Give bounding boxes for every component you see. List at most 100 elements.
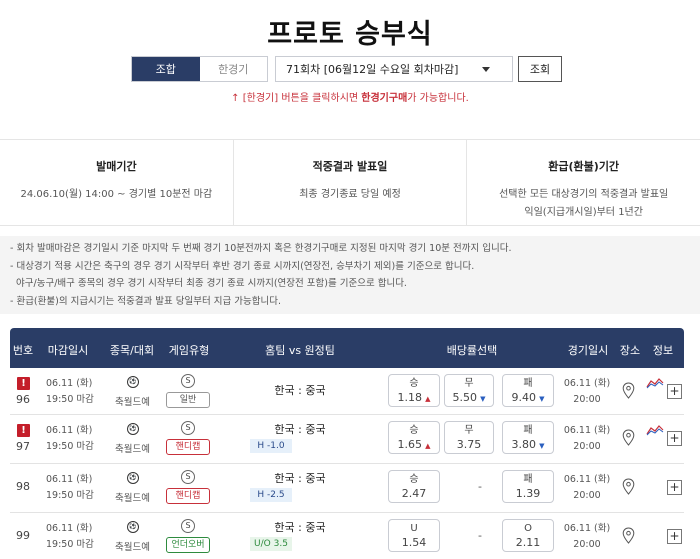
sport-league: 축월드예: [115, 444, 150, 455]
game-time: 20:00: [573, 394, 601, 405]
odds-label: O: [524, 523, 532, 534]
game-number: 97: [16, 440, 30, 453]
match-teams: 한국 : 중국: [274, 384, 326, 397]
game-type-badge: 핸디캡: [166, 488, 210, 504]
col-close: 마감일시: [47, 344, 89, 357]
col-no: 번호: [12, 344, 34, 357]
location-pin-icon[interactable]: [622, 382, 635, 399]
info-panel: 발매기간 24.06.10(월) 14:00 ~ 경기별 10분전 마감 적중결…: [0, 139, 700, 226]
game-time: 20:00: [573, 441, 601, 452]
trend-chart-icon[interactable]: [646, 424, 664, 436]
game-type-icon: S: [181, 470, 195, 484]
col-game-type: 게임유형: [168, 344, 210, 357]
info-title: 환급(환불)기간: [548, 160, 620, 173]
location-pin-icon[interactable]: [622, 527, 635, 544]
game-type-badge: 언더오버: [166, 537, 210, 553]
col-sport: 종목/대회: [109, 344, 155, 357]
odds-button[interactable]: 무 5.50 ▼: [444, 374, 494, 407]
table-row: 99 06.11 (화) 19:50 마감 ⚽ 축월드예 S 언더오버 한국 : 중국 U/O …: [10, 513, 684, 559]
match-teams: 한국 : 중국: [274, 423, 326, 436]
table-header: 번호 마감일시 종목/대회 게임유형 홈팀 vs 원정팀 배당률선택 경기일시 …: [10, 328, 684, 368]
odds-value: 3.80: [511, 438, 536, 451]
search-button[interactable]: 조회: [518, 56, 562, 82]
col-teams: 홈팀 vs 원정팀: [265, 344, 335, 357]
odds-button[interactable]: O 2.11: [502, 519, 554, 552]
col-info: 정보: [652, 344, 674, 357]
tab-combination[interactable]: 조합: [132, 57, 200, 81]
game-date: 06.11 (화): [563, 474, 611, 485]
game-number: 96: [16, 393, 30, 406]
sport-league: 축월드예: [115, 542, 150, 553]
odds-button[interactable]: 승 1.18 ▲: [388, 374, 440, 407]
match-teams: 한국 : 중국: [274, 521, 326, 534]
info-result-date: 적중결과 발표일 최종 경기종료 당일 예정: [234, 140, 468, 225]
odds-button[interactable]: 패 9.40 ▼: [502, 374, 554, 407]
notice: ↑ [한경기] 버튼을 클릭하시면 한경기구매가 가능합니다.: [0, 89, 700, 104]
game-type-icon: S: [181, 519, 195, 533]
odds-trend-icon: ▼: [539, 395, 545, 403]
handicap-label: H -1.0: [250, 439, 292, 453]
soccer-ball-icon: ⚽: [127, 521, 139, 533]
odds-button[interactable]: U 1.54: [388, 519, 440, 552]
odds-value: 1.39: [515, 487, 541, 500]
odds-button[interactable]: 패 3.80 ▼: [502, 421, 554, 454]
alert-icon: !: [17, 377, 30, 390]
add-button[interactable]: +: [667, 431, 682, 446]
trend-chart-icon[interactable]: [646, 377, 664, 389]
notice-strong: 한경기구매: [361, 93, 408, 104]
round-select[interactable]: 71회차 [06월12일 수요일 회차마감]: [275, 56, 513, 82]
location-pin-icon[interactable]: [622, 429, 635, 446]
odds-button[interactable]: 승 1.65 ▲: [388, 421, 440, 454]
tab-single-game[interactable]: 한경기: [199, 57, 267, 81]
rules-box: - 회차 발매마감은 경기일시 기준 마지막 두 번째 경기 10분전까지 혹은…: [0, 236, 700, 314]
game-date: 06.11 (화): [563, 523, 611, 534]
close-date: 06.11 (화): [46, 378, 93, 389]
rule-line: - 회차 발매마감은 경기일시 기준 마지막 두 번째 경기 10분전까지 혹은…: [10, 243, 512, 254]
soccer-ball-icon: ⚽: [127, 472, 139, 484]
sport-league: 축월드예: [115, 397, 150, 408]
odds-label: 승: [409, 425, 419, 436]
info-text: 선택한 모든 대상경기의 적중결과 발표일: [499, 189, 669, 200]
rule-line: 야구/농구/배구 종목의 경우 경기 시작부터 최종 경기 종료 시까지(연장전…: [10, 278, 407, 289]
odds-label: 무: [464, 378, 474, 389]
close-date: 06.11 (화): [46, 523, 93, 534]
odds-label: 패: [523, 425, 533, 436]
close-date: 06.11 (화): [46, 425, 93, 436]
page-title: 프로토 승부식: [267, 19, 433, 50]
rule-line: - 대상경기 적용 시간은 축구의 경우 경기 시작부터 후반 경기 종료 시까…: [10, 260, 475, 272]
odds-trend-icon: ▲: [425, 395, 431, 403]
odds-value: 1.18: [397, 391, 422, 404]
handicap-label: U/O 3.5: [250, 537, 292, 551]
location-pin-icon[interactable]: [622, 478, 635, 495]
odds-trend-icon: ▲: [425, 442, 431, 450]
odds-button[interactable]: 패 1.39: [502, 470, 554, 503]
odds-empty: -: [478, 529, 482, 542]
odds-button[interactable]: 승 2.47: [388, 470, 440, 503]
add-button[interactable]: +: [667, 529, 682, 544]
game-date: 06.11 (화): [563, 425, 611, 436]
close-time: 19:50 마감: [46, 539, 94, 550]
info-title: 적중결과 발표일: [312, 160, 388, 173]
sport-league: 축월드예: [115, 493, 150, 504]
odds-empty: -: [478, 480, 482, 493]
odds-button[interactable]: 무 3.75: [444, 421, 494, 454]
odds-trend-icon: ▼: [480, 395, 486, 403]
table-row: ! 97 06.11 (화) 19:50 마감 ⚽ 축월드예 S 핸디캡 한국 : 중국 H -1…: [10, 415, 684, 464]
odds-value: 2.47: [401, 487, 427, 500]
add-button[interactable]: +: [667, 384, 682, 399]
close-time: 19:50 마감: [46, 441, 94, 452]
game-type-icon: S: [181, 421, 195, 435]
game-time: 20:00: [573, 490, 601, 501]
game-number: 98: [16, 480, 30, 493]
notice-suffix: 가 가능합니다.: [407, 93, 469, 104]
game-type-icon: S: [181, 374, 195, 388]
odds-label: 무: [464, 425, 474, 436]
col-venue: 장소: [619, 344, 641, 357]
close-time: 19:50 마감: [46, 394, 94, 405]
games-table: 번호 마감일시 종목/대회 게임유형 홈팀 vs 원정팀 배당률선택 경기일시 …: [10, 328, 684, 559]
odds-value: 2.11: [515, 536, 541, 549]
info-text: 24.06.10(월) 14:00 ~ 경기별 10분전 마감: [20, 189, 213, 200]
table-row: ! 96 06.11 (화) 19:50 마감 ⚽ 축월드예 S 일반 한국 : 중국 승 1.18…: [10, 368, 684, 415]
add-button[interactable]: +: [667, 480, 682, 495]
soccer-ball-icon: ⚽: [127, 423, 139, 435]
